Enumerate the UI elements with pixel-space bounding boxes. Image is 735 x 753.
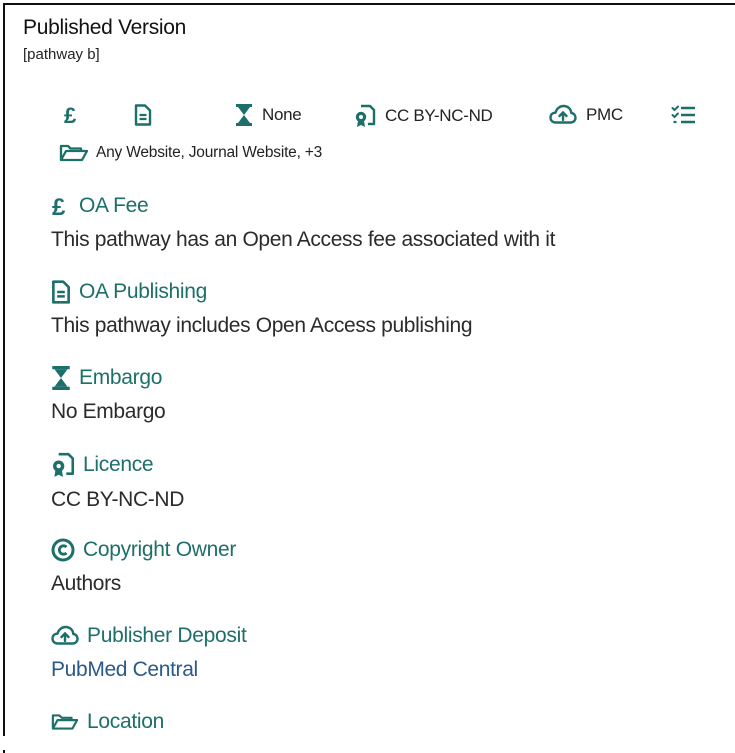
section-title: OA Publishing [79,280,208,303]
folder-open-icon [59,143,89,163]
section-copyright-owner: Copyright Owner Authors [51,538,236,596]
folder-open-icon [51,712,79,732]
summary-fee[interactable]: £ [63,104,83,126]
summary-deposit-label: PMC [586,105,623,124]
checklist-icon [671,104,697,126]
section-title: Licence [83,453,154,476]
licence-icon [354,104,376,128]
section-title: Embargo [79,366,163,389]
section-description: Authors [51,572,121,595]
pubmed-central-link[interactable]: PubMed Central [51,658,247,682]
summary-publishing[interactable] [134,104,152,126]
svg-text:£: £ [64,104,77,126]
summary-location-label: Any Website, Journal Website, +3 [96,144,323,161]
licence-icon [51,452,75,478]
summary-embargo-label: None [262,105,302,124]
page-title: Published Version [23,16,187,39]
section-licence: Licence CC BY-NC-ND [51,452,184,512]
pathway-header: Published Version [pathway b] [23,16,186,63]
section-oa-publishing: OA Publishing This pathway includes Open… [51,280,473,338]
pathway-subtitle: [pathway b] [23,46,100,63]
document-icon [134,104,152,126]
copyright-icon [51,538,75,562]
section-description: CC BY-NC-ND [51,488,185,511]
section-location: Location [51,710,164,734]
section-description: This pathway has an Open Access fee asso… [51,228,556,251]
summary-conditions[interactable] [671,104,697,126]
document-icon [51,280,71,304]
hourglass-icon [51,366,71,390]
cloud-upload-icon [549,104,577,126]
section-description: This pathway includes Open Access publis… [51,314,473,337]
cloud-upload-icon [51,625,79,647]
summary-icon-bar: £ None CC BY-NC-ND PMC [0,104,735,132]
section-description: No Embargo [51,400,166,423]
svg-text:£: £ [52,194,66,218]
summary-location[interactable]: Any Website, Journal Website, +3 [59,143,322,163]
summary-embargo[interactable]: None [235,104,302,126]
section-title: Location [87,710,164,733]
crop-edge [0,736,735,750]
section-publisher-deposit: Publisher Deposit PubMed Central [51,624,247,682]
section-title: OA Fee [79,194,149,217]
summary-deposit[interactable]: PMC [549,104,623,126]
section-oa-fee: £ OA Fee This pathway has an Open Access… [51,194,555,252]
section-embargo: Embargo No Embargo [51,366,166,424]
pound-icon: £ [63,104,83,126]
pound-icon: £ [51,194,71,218]
hourglass-icon [235,104,253,126]
section-title: Copyright Owner [83,538,237,561]
section-title: Publisher Deposit [87,624,247,647]
summary-licence-label: CC BY-NC-ND [385,106,493,125]
summary-licence[interactable]: CC BY-NC-ND [354,104,493,128]
